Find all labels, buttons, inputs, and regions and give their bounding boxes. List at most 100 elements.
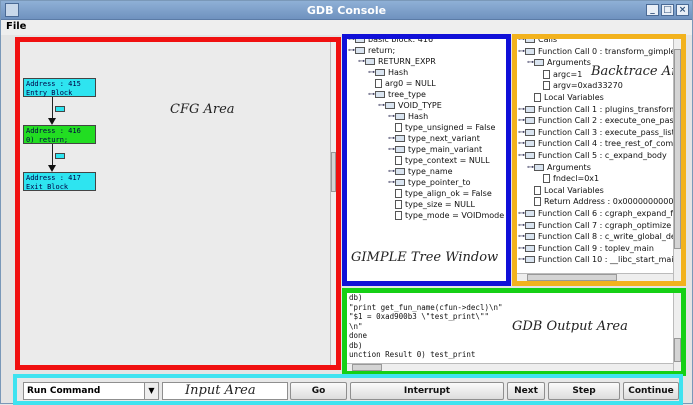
go-button[interactable]: Go	[290, 382, 347, 400]
gdb-output-hscrollbar[interactable]	[347, 363, 673, 371]
scroll-thumb[interactable]	[674, 49, 681, 249]
tree-row-label: Hash	[388, 68, 409, 77]
tree-row[interactable]: ⊶ Function Call 7 : cgraph_optimize	[518, 220, 671, 231]
tree-row[interactable]: ⊶ Function Call 1 : plugins_transform_gim…	[518, 104, 681, 115]
tree-row[interactable]: fndecl=0x1	[536, 173, 599, 184]
tree-row[interactable]: arg0 = NULL	[368, 78, 436, 89]
tree-row[interactable]: ⊶ Function Call 10 : __libc_start_main	[518, 254, 679, 265]
tree-row[interactable]: ⊶ VOID_TYPE	[378, 100, 442, 111]
expand-toggle-icon[interactable]: ⊶	[518, 127, 525, 138]
tree-row[interactable]: type_mode = VOIDmode	[388, 210, 504, 221]
expand-toggle-icon[interactable]: ⊶	[378, 100, 385, 111]
tree-row[interactable]: ⊶ type_next_variant	[388, 133, 480, 144]
tree-row-label: Function Call 8 : c_write_global_declara…	[538, 232, 683, 242]
backtrace-hscrollbar[interactable]	[517, 273, 673, 281]
tree-row[interactable]: ⊶ type_name	[388, 166, 453, 177]
expand-toggle-icon[interactable]: ⊶	[348, 39, 355, 45]
tree-row-label: type_unsigned = False	[405, 123, 496, 132]
tree-row[interactable]: ⊶ Function Call 0 : transform_gimple	[518, 46, 675, 57]
minimize-icon[interactable]: _	[646, 4, 659, 16]
expand-toggle-icon[interactable]: ⊶	[518, 46, 525, 57]
expand-toggle-icon[interactable]: ⊶	[368, 67, 375, 78]
next-button[interactable]: Next	[507, 382, 545, 400]
tree-row[interactable]: ⊶ Function Call 2 : execute_one_pass	[518, 115, 678, 126]
backtrace-area-label: Backtrace Area	[591, 64, 686, 79]
command-input[interactable]: Input Area	[162, 382, 288, 400]
tree-row[interactable]: Return Address : 0x00000000000	[527, 196, 679, 207]
cfg-panel[interactable]: Address : 415 Entry Block Address : 416 …	[15, 37, 341, 370]
expand-toggle-icon[interactable]: ⊶	[518, 220, 525, 231]
backtrace-vscrollbar[interactable]	[673, 39, 681, 281]
title-bar[interactable]: GDB Console _ □ ×	[1, 1, 692, 20]
expand-toggle-icon[interactable]: ⊶	[388, 133, 395, 144]
tree-row[interactable]: type_align_ok = False	[388, 188, 492, 199]
tree-row-label: argc=1	[553, 69, 583, 79]
expand-toggle-icon[interactable]: ⊶	[527, 162, 534, 173]
expand-toggle-icon[interactable]: ⊶	[527, 57, 534, 68]
expand-toggle-icon[interactable]: ⊶	[518, 115, 525, 126]
expand-toggle-icon[interactable]: ⊶	[368, 89, 375, 100]
tree-row[interactable]: ⊶ Arguments	[527, 162, 591, 173]
expand-toggle-icon[interactable]: ⊶	[518, 138, 525, 149]
gimple-tree-panel[interactable]: ⊶ basic block: 416 ⊶ return; ⊶ RETURN_EXPR ⊶ Ha…	[342, 34, 511, 286]
scroll-thumb[interactable]	[352, 364, 382, 371]
cfg-node-exit[interactable]: Address : 417 Exit Block	[23, 172, 96, 191]
tree-row[interactable]: ⊶ Function Call 4 : tree_rest_of_compilat…	[518, 138, 681, 149]
tree-row[interactable]: ⊶ tree_type	[368, 89, 426, 100]
cfg-area-label: CFG Area	[170, 102, 235, 117]
cfg-node-return[interactable]: Address : 416 0) return;	[23, 125, 96, 144]
tree-row[interactable]: type_context = NULL	[388, 155, 490, 166]
expand-toggle-icon[interactable]: ⊶	[388, 144, 395, 155]
cfg-node-entry[interactable]: Address : 415 Entry Block	[23, 78, 96, 97]
tree-row[interactable]: ⊶ type_main_variant	[388, 144, 482, 155]
expand-toggle-icon[interactable]: ⊶	[388, 166, 395, 177]
expand-toggle-icon[interactable]: ⊶	[388, 177, 395, 188]
command-select[interactable]: Run Command ▼	[23, 382, 159, 400]
expand-toggle-icon[interactable]: ⊶	[518, 243, 525, 254]
expand-toggle-icon[interactable]: ⊶	[518, 104, 525, 115]
folder-icon	[395, 135, 405, 142]
tree-row[interactable]: type_unsigned = False	[388, 122, 495, 133]
tree-row[interactable]: Local Variables	[527, 185, 604, 196]
tree-row[interactable]: ⊶ Calls	[518, 39, 557, 45]
expand-toggle-icon[interactable]: ⊶	[388, 111, 395, 122]
tree-row[interactable]: type_size = NULL	[388, 199, 475, 210]
tree-row[interactable]: ⊶ Function Call 3 : execute_pass_list	[518, 127, 675, 138]
tree-row[interactable]: ⊶ basic block: 416	[348, 39, 433, 45]
tree-row[interactable]: ⊶ Arguments	[527, 57, 591, 68]
expand-toggle-icon[interactable]: ⊶	[358, 56, 365, 67]
tree-row[interactable]: argv=0xad33270	[536, 80, 623, 91]
backtrace-panel[interactable]: ⊶ Calls ⊶ Function Call 0 : transform_gimpl…	[512, 34, 686, 286]
tree-row[interactable]: ⊶ Function Call 5 : c_expand_body	[518, 150, 667, 161]
gdb-output-text: db) "print get_fun_name(cfun->decl)\n" "…	[349, 293, 503, 359]
expand-toggle-icon[interactable]: ⊶	[518, 231, 525, 242]
continue-button[interactable]: Continue	[623, 382, 679, 400]
chevron-down-icon[interactable]: ▼	[144, 383, 158, 399]
maximize-icon[interactable]: □	[661, 4, 674, 16]
tree-row[interactable]: Local Variables	[527, 92, 604, 103]
tree-row[interactable]: ⊶ Hash	[388, 111, 428, 122]
interrupt-button[interactable]: Interrupt	[350, 382, 504, 400]
cfg-scrollbar[interactable]	[330, 42, 336, 365]
close-icon[interactable]: ×	[676, 4, 689, 16]
gdb-output-vscrollbar[interactable]	[673, 293, 681, 371]
tree-row[interactable]: ⊶ Function Call 9 : toplev_main	[518, 243, 654, 254]
expand-toggle-icon[interactable]: ⊶	[518, 208, 525, 219]
tree-row[interactable]: ⊶ Function Call 8 : c_write_global_declar…	[518, 231, 683, 242]
expand-toggle-icon[interactable]: ⊶	[348, 45, 355, 56]
tree-row[interactable]: ⊶ type_pointer_to	[388, 177, 471, 188]
scroll-thumb[interactable]	[527, 274, 617, 281]
gdb-output-panel[interactable]: db) "print get_fun_name(cfun->decl)\n" "…	[342, 288, 686, 376]
tree-row[interactable]: ⊶ RETURN_EXPR	[358, 56, 436, 67]
expand-toggle-icon[interactable]: ⊶	[518, 39, 525, 45]
scroll-thumb[interactable]	[674, 338, 681, 362]
scroll-thumb[interactable]	[331, 152, 336, 192]
menu-file[interactable]: File	[6, 21, 26, 32]
tree-row[interactable]: ⊶ Hash	[368, 67, 408, 78]
step-button[interactable]: Step	[548, 382, 620, 400]
tree-row[interactable]: argc=1	[536, 69, 582, 80]
expand-toggle-icon[interactable]: ⊶	[518, 150, 525, 161]
expand-toggle-icon[interactable]: ⊶	[518, 254, 525, 265]
tree-row[interactable]: ⊶ Function Call 6 : cgraph_expand_functio…	[518, 208, 681, 219]
tree-row[interactable]: ⊶ return;	[348, 45, 395, 56]
